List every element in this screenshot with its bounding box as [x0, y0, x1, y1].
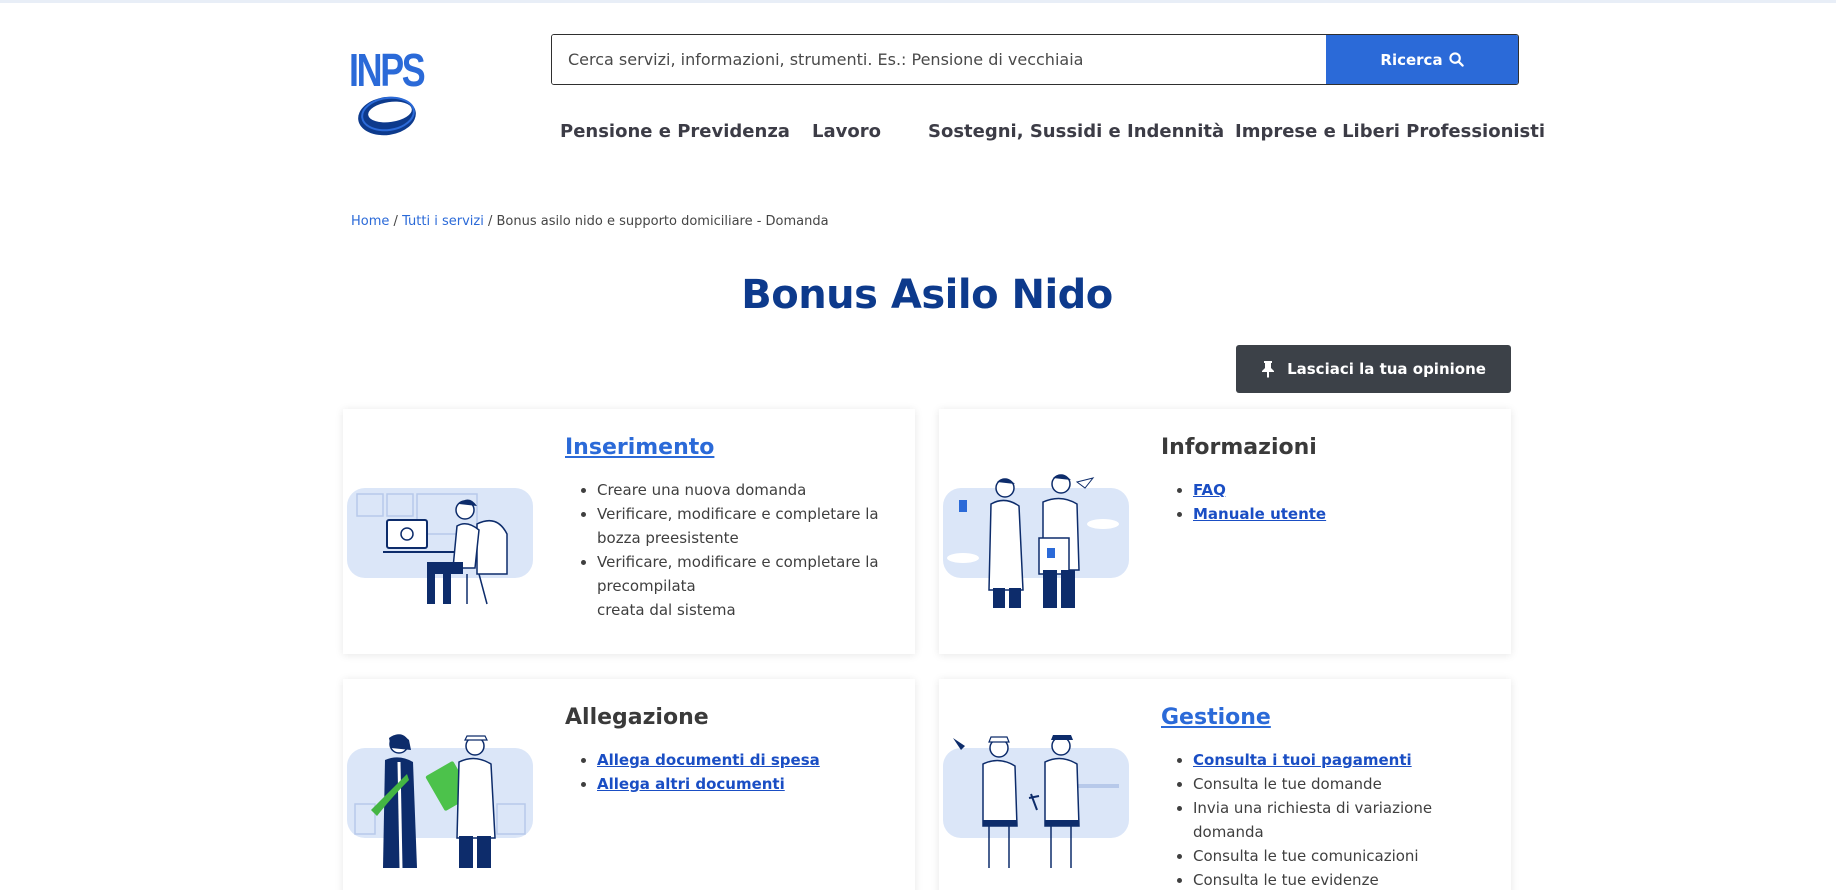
breadcrumb-home[interactable]: Home: [351, 214, 389, 229]
list-item: Manuale utente: [1193, 502, 1495, 526]
card-inserimento: Inserimento Creare una nuova domanda Ver…: [343, 409, 915, 654]
card-list: FAQ Manuale utente: [1161, 478, 1495, 526]
nav-lavoro[interactable]: Lavoro: [812, 121, 881, 142]
list-item: Verificare, modificare e completare la p…: [597, 550, 899, 622]
breadcrumb-services[interactable]: Tutti i servizi: [402, 214, 484, 229]
breadcrumb-current: Bonus asilo nido e supporto domiciliare …: [496, 214, 829, 229]
breadcrumb-separator: /: [393, 214, 398, 229]
breadcrumb: Home / Tutti i servizi / Bonus asilo nid…: [351, 214, 829, 229]
attach-other-documents-link[interactable]: Allega altri documenti: [597, 775, 785, 793]
card-list: Creare una nuova domanda Verificare, mod…: [565, 478, 899, 622]
page-title: Bonus Asilo Nido: [741, 272, 1113, 318]
list-item-line: Verificare, modificare e completare la p…: [597, 553, 879, 595]
list-item: FAQ: [1193, 478, 1495, 502]
card-title-informazioni: Informazioni: [1161, 435, 1317, 460]
list-item: Allega documenti di spesa: [597, 748, 899, 772]
computer-user-illustration: [347, 488, 533, 605]
search-input[interactable]: [552, 35, 1326, 84]
card-title-inserimento[interactable]: Inserimento: [565, 435, 899, 460]
card-content: Allegazione Allega documenti di spesa Al…: [565, 705, 899, 796]
search-icon: [1448, 52, 1464, 67]
card-title-allegazione: Allegazione: [565, 705, 709, 730]
search-bar: Ricerca: [551, 34, 1519, 85]
list-item: Consulta le tue evidenze: [1193, 868, 1495, 890]
pin-icon: [1262, 361, 1275, 378]
logo-ring-icon: [358, 96, 416, 136]
feedback-button[interactable]: Lasciaci la tua opinione: [1236, 345, 1511, 393]
breadcrumb-separator: /: [487, 214, 493, 229]
people-info-illustration: [943, 474, 1129, 608]
card-list: Allega documenti di spesa Allega altri d…: [565, 748, 899, 796]
list-item: Creare una nuova domanda: [597, 478, 899, 502]
card-gestione: Gestione Consulta i tuoi pagamenti Consu…: [939, 679, 1511, 890]
nav-sostegni[interactable]: Sostegni, Sussidi e Indennità: [928, 121, 1224, 142]
logo-text: INPS: [349, 44, 426, 96]
manual-link[interactable]: Manuale utente: [1193, 505, 1326, 523]
list-item: Verificare, modificare e completare la b…: [597, 502, 899, 550]
feedback-button-label: Lasciaci la tua opinione: [1287, 360, 1486, 378]
card-content: Informazioni FAQ Manuale utente: [1161, 435, 1495, 526]
card-list: Consulta i tuoi pagamenti Consulta le tu…: [1161, 748, 1495, 890]
list-item: Consulta le tue comunicazioni: [1193, 844, 1495, 868]
card-allegazione: Allegazione Allega documenti di spesa Al…: [343, 679, 915, 890]
search-button[interactable]: Ricerca: [1326, 35, 1518, 84]
payments-link[interactable]: Consulta i tuoi pagamenti: [1193, 751, 1412, 769]
nav-pensione-previdenza[interactable]: Pensione e Previdenza: [560, 121, 790, 142]
card-content: Inserimento Creare una nuova domanda Ver…: [565, 435, 899, 622]
inps-logo[interactable]: INPS: [349, 44, 426, 137]
card-content: Gestione Consulta i tuoi pagamenti Consu…: [1161, 705, 1495, 890]
workers-illustration: [943, 735, 1129, 868]
attach-expense-documents-link[interactable]: Allega documenti di spesa: [597, 751, 820, 769]
list-item: Consulta le tue domande: [1193, 772, 1495, 796]
search-button-label: Ricerca: [1380, 50, 1443, 69]
top-border: [0, 0, 1836, 3]
faq-link[interactable]: FAQ: [1193, 481, 1226, 499]
list-item: Invia una richiesta di variazione domand…: [1193, 796, 1495, 844]
card-informazioni: Informazioni FAQ Manuale utente: [939, 409, 1511, 654]
nav-imprese[interactable]: Imprese e Liberi Professionisti: [1235, 121, 1545, 142]
documents-illustration: [347, 734, 533, 869]
list-item: Consulta i tuoi pagamenti: [1193, 748, 1495, 772]
card-title-gestione[interactable]: Gestione: [1161, 705, 1495, 730]
list-item-line: creata dal sistema: [597, 601, 736, 619]
list-item: Allega altri documenti: [597, 772, 899, 796]
